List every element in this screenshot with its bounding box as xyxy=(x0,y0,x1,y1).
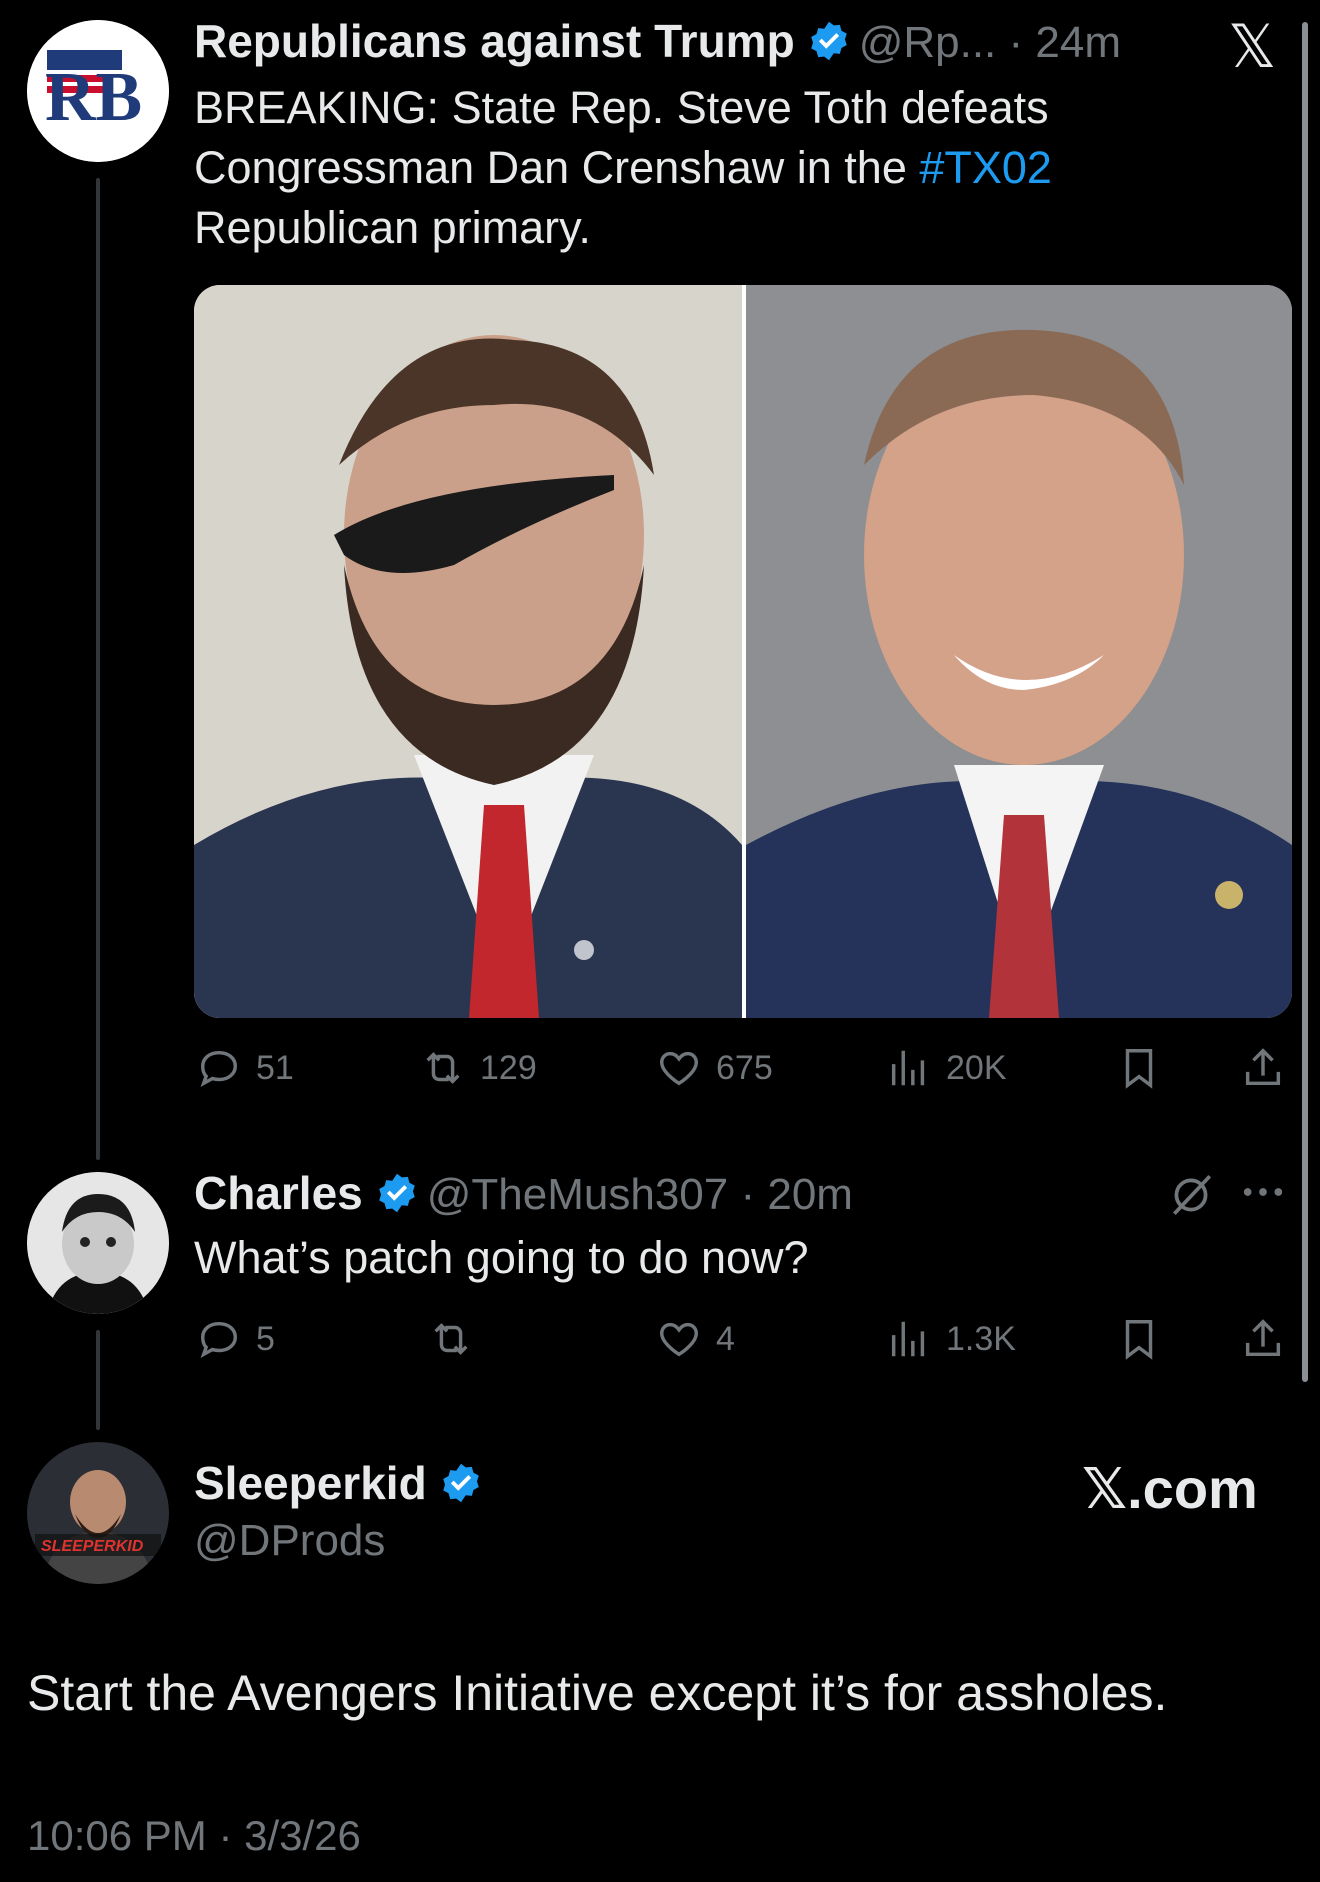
tweet1-header: Republicans against Trump @Rp... · 24m xyxy=(194,14,1121,68)
heart-icon xyxy=(660,1322,698,1357)
reply-count: 51 xyxy=(256,1048,294,1087)
tweet2-header: Charles @TheMush307 · 20m xyxy=(194,1166,853,1220)
share-button[interactable] xyxy=(1240,1045,1286,1091)
author-name[interactable]: Charles xyxy=(194,1167,363,1219)
views-count: 20K xyxy=(946,1048,1007,1087)
repost-button[interactable]: 129 xyxy=(420,1045,537,1091)
repost-button[interactable] xyxy=(428,1316,474,1362)
avatar-logo-text: SLEEPERKID xyxy=(41,1538,144,1555)
views-button[interactable]: 20K xyxy=(886,1045,1007,1091)
bookmark-icon xyxy=(1125,1320,1153,1360)
post-time: · 20m xyxy=(728,1170,853,1219)
share-button[interactable] xyxy=(1240,1316,1286,1362)
bookmark-button[interactable] xyxy=(1116,1316,1162,1362)
repost-count: 129 xyxy=(480,1048,537,1087)
scrollbar[interactable] xyxy=(1302,22,1308,1382)
tweet1-text: BREAKING: State Rep. Steve Toth defeats … xyxy=(194,78,1254,258)
like-button[interactable]: 4 xyxy=(656,1316,735,1362)
views-button[interactable]: 1.3K xyxy=(886,1316,1016,1362)
reply-button[interactable]: 51 xyxy=(196,1045,294,1091)
verified-badge-icon xyxy=(442,1463,479,1503)
like-button[interactable]: 675 xyxy=(656,1045,773,1091)
hashtag-link[interactable]: #TX02 xyxy=(919,142,1052,193)
like-count: 675 xyxy=(716,1048,773,1087)
reply-count: 5 xyxy=(256,1319,275,1358)
avatar[interactable]: RB xyxy=(27,20,169,162)
close-icon[interactable]: 𝕏 xyxy=(1228,12,1276,82)
reply-icon xyxy=(200,1050,238,1087)
tweet-text: Republican primary. xyxy=(194,202,591,253)
bookmark-icon xyxy=(1125,1049,1153,1089)
repost-icon xyxy=(426,1052,460,1084)
avatar-letter-r: RB xyxy=(45,59,142,136)
reply-button[interactable]: 5 xyxy=(196,1316,275,1362)
share-icon xyxy=(1245,1048,1281,1086)
reply-icon xyxy=(200,1321,238,1358)
handle-time: @Rp... · 24m xyxy=(858,18,1121,67)
thread-line xyxy=(96,1330,100,1430)
share-icon xyxy=(1245,1319,1281,1357)
thread-line xyxy=(96,178,100,1160)
bookmark-button[interactable] xyxy=(1116,1045,1162,1091)
repost-icon xyxy=(434,1323,468,1355)
author-handle: @TheMush307 xyxy=(426,1170,729,1219)
author-name[interactable]: Republicans against Trump xyxy=(194,15,795,67)
tweet-text: What’s patch going to do now? xyxy=(194,1232,809,1283)
more-options-icon[interactable] xyxy=(1240,1172,1286,1217)
grok-icon[interactable] xyxy=(1166,1170,1216,1225)
like-count: 4 xyxy=(716,1319,735,1358)
author-name[interactable]: Sleeperkid xyxy=(194,1457,427,1509)
heart-icon xyxy=(660,1051,698,1086)
views-count: 1.3K xyxy=(946,1319,1016,1358)
x-com-logo: 𝕏.com xyxy=(1082,1457,1258,1520)
post-text: Start the Avengers Initiative except it’… xyxy=(27,1665,1168,1721)
post-timestamp: 10:06 PM · 3/3/26 xyxy=(27,1812,361,1859)
verified-badge-icon xyxy=(378,1173,415,1213)
author-handle: @DProds xyxy=(194,1516,386,1565)
quote-author: Sleeperkid xyxy=(194,1456,491,1510)
analytics-icon xyxy=(891,1050,925,1086)
analytics-icon xyxy=(891,1321,925,1357)
tweet-image[interactable] xyxy=(194,285,1292,1018)
verified-badge-icon xyxy=(810,21,847,61)
avatar[interactable]: SLEEPERKID xyxy=(27,1442,169,1584)
avatar[interactable] xyxy=(27,1172,169,1314)
